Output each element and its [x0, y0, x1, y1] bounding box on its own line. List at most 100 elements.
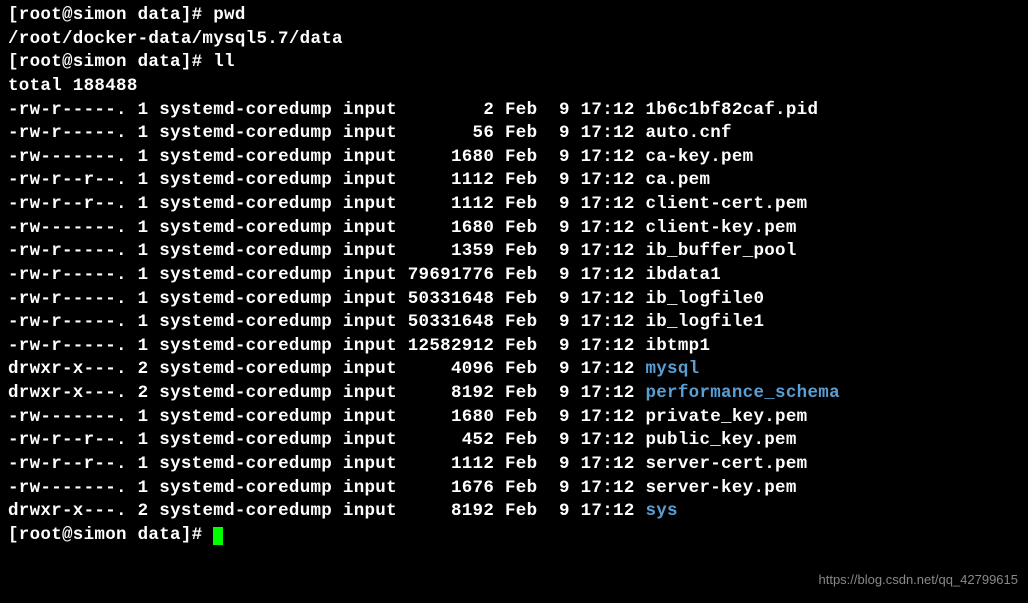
file-month: Feb: [505, 454, 537, 474]
file-owner: systemd-coredump: [159, 170, 332, 190]
file-time: 17:12: [581, 336, 635, 356]
file-month: Feb: [505, 383, 537, 403]
list-row: -rw-r--r--. 1 systemd-coredump input 111…: [8, 169, 1020, 193]
file-size: 1112: [408, 170, 494, 190]
file-size: 1112: [408, 454, 494, 474]
file-size: 1676: [408, 478, 494, 498]
file-day: 9: [548, 359, 570, 379]
file-links: 2: [138, 383, 149, 403]
file-time: 17:12: [581, 170, 635, 190]
file-name: server-key.pem: [645, 478, 796, 498]
pwd-output: /root/docker-data/mysql5.7/data: [8, 29, 343, 49]
file-links: 1: [138, 289, 149, 309]
file-day: 9: [548, 336, 570, 356]
list-row: -rw-r-----. 1 systemd-coredump input 56 …: [8, 122, 1020, 146]
file-month: Feb: [505, 100, 537, 120]
file-group: input: [343, 170, 397, 190]
file-time: 17:12: [581, 454, 635, 474]
file-owner: systemd-coredump: [159, 123, 332, 143]
file-name: server-cert.pem: [645, 454, 807, 474]
list-row: -rw-r-----. 1 systemd-coredump input 503…: [8, 288, 1020, 312]
file-perm: -rw-r--r--.: [8, 170, 127, 190]
file-group: input: [343, 407, 397, 427]
file-group: input: [343, 147, 397, 167]
watermark-text: https://blog.csdn.net/qq_42799615: [819, 571, 1019, 589]
file-name: client-cert.pem: [645, 194, 807, 214]
file-time: 17:12: [581, 100, 635, 120]
file-day: 9: [548, 100, 570, 120]
total-text: total 188488: [8, 76, 138, 96]
file-time: 17:12: [581, 265, 635, 285]
file-time: 17:12: [581, 241, 635, 261]
file-month: Feb: [505, 501, 537, 521]
file-time: 17:12: [581, 478, 635, 498]
file-time: 17:12: [581, 289, 635, 309]
file-time: 17:12: [581, 147, 635, 167]
file-month: Feb: [505, 289, 537, 309]
file-group: input: [343, 241, 397, 261]
terminal-output[interactable]: [root@simon data]# pwd/root/docker-data/…: [8, 4, 1020, 547]
file-links: 1: [138, 170, 149, 190]
file-owner: systemd-coredump: [159, 100, 332, 120]
cursor-icon[interactable]: [213, 527, 223, 545]
file-day: 9: [548, 265, 570, 285]
file-owner: systemd-coredump: [159, 312, 332, 332]
file-day: 9: [548, 147, 570, 167]
list-row: drwxr-x---. 2 systemd-coredump input 819…: [8, 382, 1020, 406]
file-size: 56: [408, 123, 494, 143]
file-group: input: [343, 336, 397, 356]
file-time: 17:12: [581, 407, 635, 427]
file-perm: -rw-r-----.: [8, 265, 127, 285]
file-size: 8192: [408, 501, 494, 521]
file-owner: systemd-coredump: [159, 265, 332, 285]
file-size: 8192: [408, 383, 494, 403]
list-row: -rw-------. 1 systemd-coredump input 168…: [8, 406, 1020, 430]
file-name: ca-key.pem: [645, 147, 753, 167]
file-day: 9: [548, 241, 570, 261]
file-links: 1: [138, 312, 149, 332]
file-day: 9: [548, 501, 570, 521]
file-perm: -rw-r-----.: [8, 241, 127, 261]
file-owner: systemd-coredump: [159, 218, 332, 238]
file-perm: -rw-r--r--.: [8, 194, 127, 214]
list-row: -rw-r-----. 1 systemd-coredump input 135…: [8, 240, 1020, 264]
file-day: 9: [548, 289, 570, 309]
file-owner: systemd-coredump: [159, 359, 332, 379]
file-perm: -rw-------.: [8, 218, 127, 238]
file-month: Feb: [505, 241, 537, 261]
file-perm: -rw-r--r--.: [8, 454, 127, 474]
file-owner: systemd-coredump: [159, 289, 332, 309]
file-size: 50331648: [408, 289, 494, 309]
list-row: -rw-r-----. 1 systemd-coredump input 125…: [8, 335, 1020, 359]
list-row: -rw-r-----. 1 systemd-coredump input 503…: [8, 311, 1020, 335]
file-links: 1: [138, 407, 149, 427]
file-group: input: [343, 265, 397, 285]
file-size: 452: [408, 430, 494, 450]
shell-prompt: [root@simon data]#: [8, 525, 213, 545]
file-owner: systemd-coredump: [159, 501, 332, 521]
file-owner: systemd-coredump: [159, 383, 332, 403]
file-day: 9: [548, 218, 570, 238]
list-row: -rw-------. 1 systemd-coredump input 167…: [8, 477, 1020, 501]
file-group: input: [343, 383, 397, 403]
file-links: 1: [138, 218, 149, 238]
file-perm: -rw-r-----.: [8, 123, 127, 143]
file-perm: -rw-r-----.: [8, 336, 127, 356]
file-month: Feb: [505, 430, 537, 450]
file-month: Feb: [505, 359, 537, 379]
file-owner: systemd-coredump: [159, 454, 332, 474]
file-day: 9: [548, 454, 570, 474]
file-day: 9: [548, 383, 570, 403]
shell-prompt: [root@simon data]#: [8, 52, 213, 72]
file-group: input: [343, 478, 397, 498]
file-time: 17:12: [581, 501, 635, 521]
file-time: 17:12: [581, 430, 635, 450]
file-month: Feb: [505, 336, 537, 356]
file-month: Feb: [505, 170, 537, 190]
file-perm: -rw-r-----.: [8, 289, 127, 309]
file-owner: systemd-coredump: [159, 241, 332, 261]
file-group: input: [343, 100, 397, 120]
file-name: public_key.pem: [645, 430, 796, 450]
file-time: 17:12: [581, 312, 635, 332]
file-perm: -rw-r-----.: [8, 100, 127, 120]
